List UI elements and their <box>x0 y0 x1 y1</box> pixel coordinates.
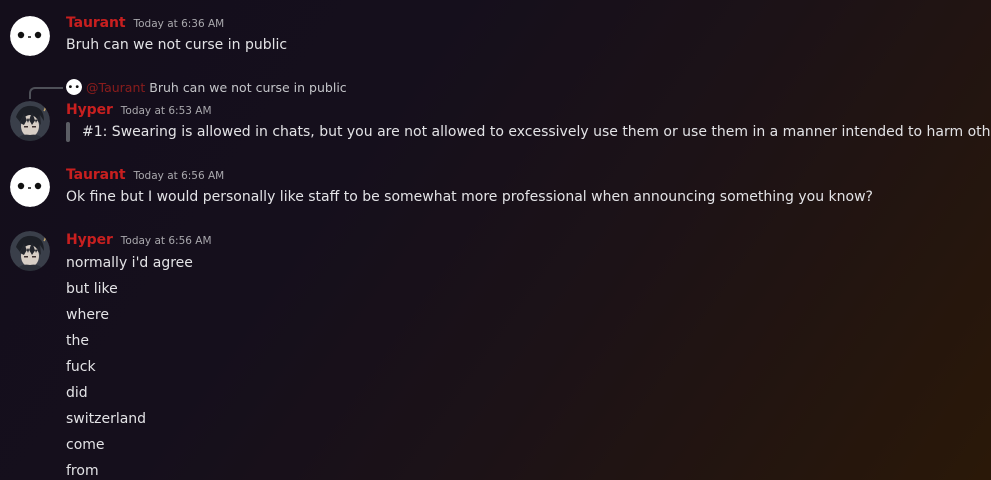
message-text: normally i'd agree <box>66 255 193 271</box>
message-header: Taurant Today at 6:36 AM <box>66 15 224 31</box>
reply-preview[interactable]: @Taurant Bruh can we not curse in public <box>66 79 347 95</box>
timestamp[interactable]: Today at 6:36 AM <box>133 18 224 30</box>
reply-mention[interactable]: @Taurant <box>86 80 145 95</box>
message-text: from <box>66 463 99 479</box>
message-text: where <box>66 307 109 323</box>
reply-avatar <box>66 79 82 95</box>
message-text: did <box>66 385 88 401</box>
taurant-avatar[interactable] <box>10 167 50 207</box>
message-text: but like <box>66 281 118 297</box>
taurant-avatar[interactable] <box>10 16 50 56</box>
timestamp[interactable]: Today at 6:56 AM <box>133 170 224 182</box>
timestamp[interactable]: Today at 6:53 AM <box>121 105 212 117</box>
message-text: Ok fine but I would personally like staf… <box>66 189 873 205</box>
message-header: Hyper Today at 6:53 AM <box>66 102 212 118</box>
username[interactable]: Hyper <box>66 232 113 248</box>
reply-connector <box>29 87 63 99</box>
message-text: fuck <box>66 359 96 375</box>
message-text: the <box>66 333 89 349</box>
hyper-avatar[interactable] <box>10 231 50 271</box>
username[interactable]: Taurant <box>66 167 126 183</box>
message-text: switzerland <box>66 411 147 427</box>
timestamp[interactable]: Today at 6:56 AM <box>121 235 212 247</box>
message-header: Hyper Today at 6:56 AM <box>66 232 212 248</box>
message-header: Taurant Today at 6:56 AM <box>66 167 224 183</box>
message-text: come <box>66 437 105 453</box>
quote-text: #1: Swearing is allowed in chats, but yo… <box>82 124 991 140</box>
block-quote: #1: Swearing is allowed in chats, but yo… <box>66 122 991 142</box>
reply-text[interactable]: Bruh can we not curse in public <box>149 80 346 95</box>
username[interactable]: Hyper <box>66 102 113 118</box>
quote-bar <box>66 122 70 142</box>
hyper-avatar[interactable] <box>10 101 50 141</box>
message-text: Bruh can we not curse in public <box>66 37 288 53</box>
username[interactable]: Taurant <box>66 15 126 31</box>
